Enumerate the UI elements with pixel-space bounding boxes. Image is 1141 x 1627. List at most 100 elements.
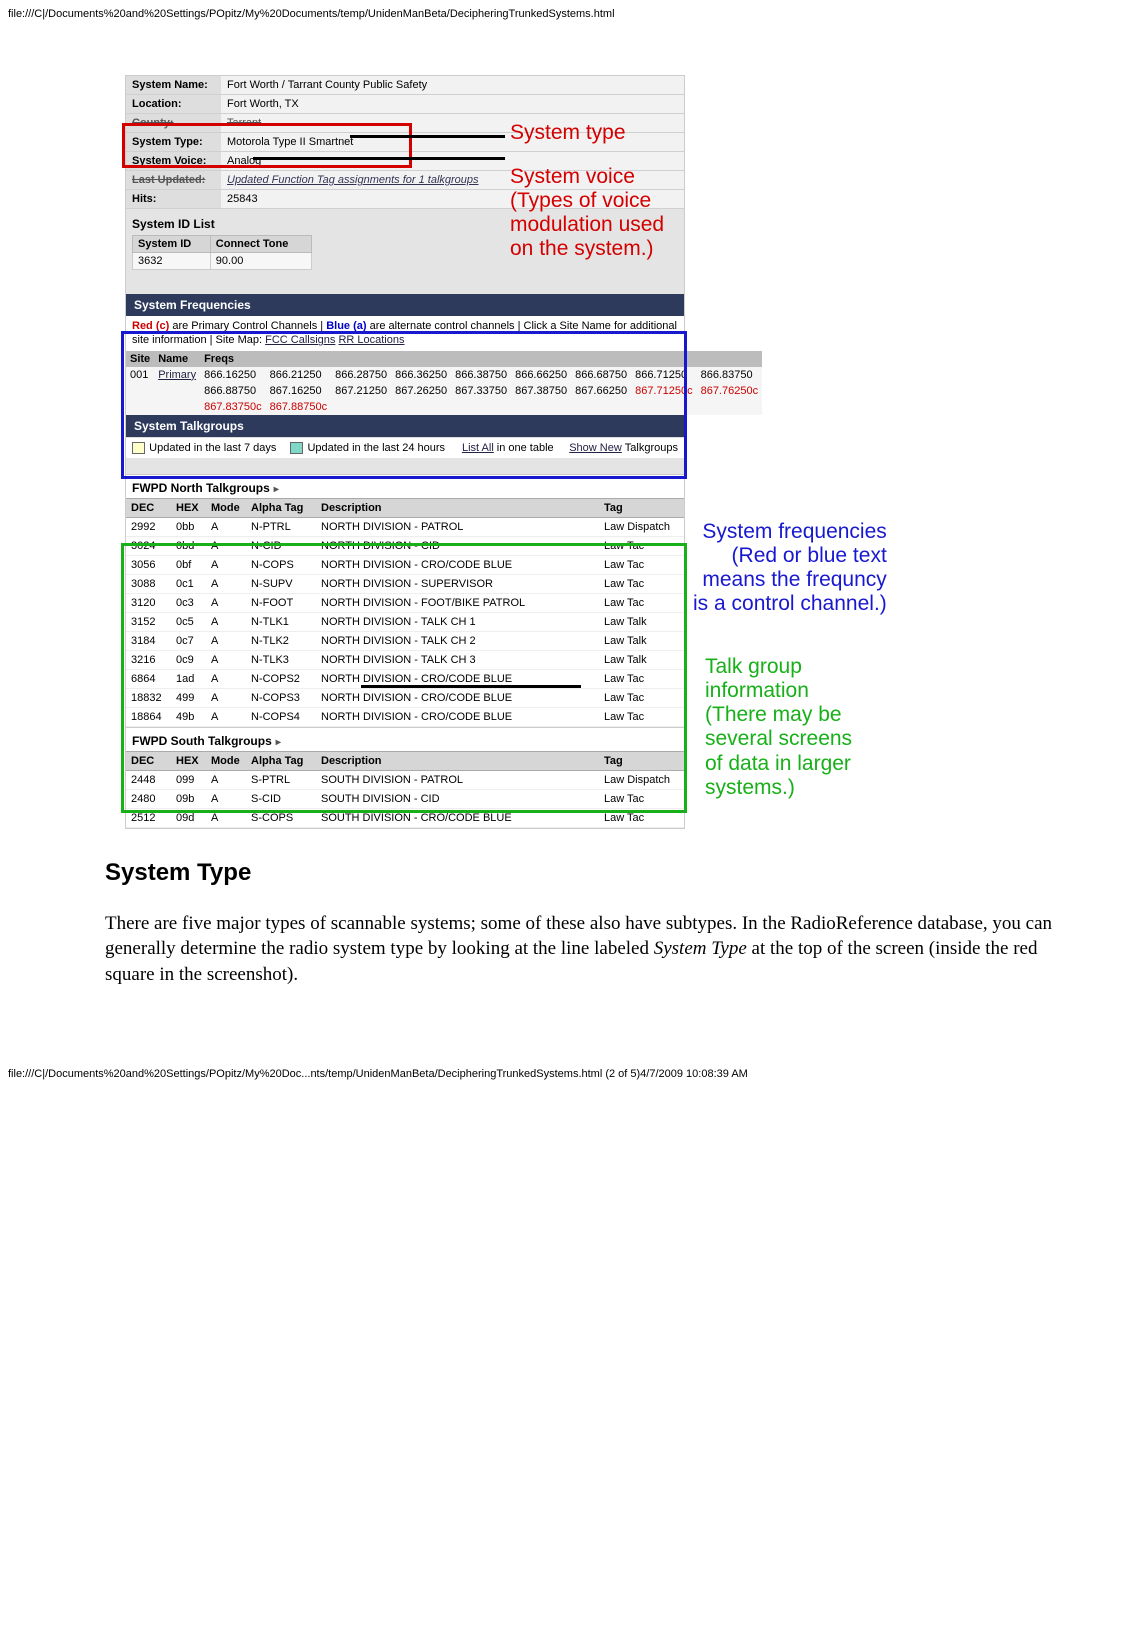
th-connect-tone: Connect Tone <box>210 236 311 253</box>
cell: A <box>206 688 246 707</box>
cell: Law Talk <box>599 631 684 650</box>
show-new-link[interactable]: Show New <box>569 442 622 454</box>
cell: 0bf <box>171 555 206 574</box>
cell: 099 <box>171 770 206 789</box>
th-alpha-tag: Alpha Tag <box>246 751 316 770</box>
body-paragraph: There are five major types of scannable … <box>105 911 1090 988</box>
cell: 3056 <box>126 555 171 574</box>
cell: 6864 <box>126 669 171 688</box>
legend-24h: Updated in the last 24 hours <box>307 442 445 454</box>
cell: 3152 <box>126 612 171 631</box>
fcc-callsigns-link[interactable]: FCC Callsigns <box>265 334 335 346</box>
legend-7days: Updated in the last 7 days <box>149 442 276 454</box>
cell: A <box>206 574 246 593</box>
th-description: Description <box>316 498 599 517</box>
tg-title: FWPD South Talkgroups <box>132 734 272 748</box>
cell: 49b <box>171 707 206 726</box>
list-all-link[interactable]: List All <box>462 442 494 454</box>
cell: 2480 <box>126 789 171 808</box>
cell: S-CID <box>246 789 316 808</box>
freq-cell: 867.26250 <box>391 383 451 399</box>
cell: S-PTRL <box>246 770 316 789</box>
table-row: 866.88750 867.16250 867.21250 867.26250 … <box>126 383 762 399</box>
cell: Law Dispatch <box>599 770 684 789</box>
cell: 09d <box>171 808 206 827</box>
freq-cell: 866.16250 <box>200 367 266 383</box>
cell: NORTH DIVISION - SUPERVISOR <box>316 574 599 593</box>
legend-red: Red (c) <box>132 320 169 332</box>
cell: Law Tac <box>599 536 684 555</box>
cell: A <box>206 536 246 555</box>
cell: A <box>206 808 246 827</box>
cell: 3632 <box>133 253 211 270</box>
prose-em: System Type <box>654 938 747 959</box>
legend-text: Talkgroups <box>625 442 678 454</box>
cell: NORTH DIVISION - CRO/CODE BLUE <box>316 688 599 707</box>
cell-site: 001 <box>126 367 154 383</box>
cell: A <box>206 612 246 631</box>
cell: N-FOOT <box>246 593 316 612</box>
cell: Law Tac <box>599 707 684 726</box>
kv-label: System Voice: <box>126 152 221 170</box>
chevron-right-icon[interactable]: ▸ <box>276 737 281 748</box>
freq-cell-control: 867.76250c <box>697 383 763 399</box>
cell: N-TLK1 <box>246 612 316 631</box>
cell: NORTH DIVISION - TALK CH 3 <box>316 650 599 669</box>
chevron-right-icon[interactable]: ▸ <box>274 484 279 495</box>
cell: A <box>206 555 246 574</box>
cell: A <box>206 669 246 688</box>
table-row: 31520c5AN-TLK1NORTH DIVISION - TALK CH 1… <box>126 612 684 631</box>
cell: 18864 <box>126 707 171 726</box>
site-name-link[interactable]: Primary <box>154 367 200 383</box>
url-path-bottom: file:///C|/Documents%20and%20Settings/PO… <box>0 1068 1141 1088</box>
cell: A <box>206 517 246 536</box>
rr-locations-link[interactable]: RR Locations <box>338 334 404 346</box>
south-talkgroups-heading: FWPD South Talkgroups ▸ <box>126 727 684 751</box>
cell: 3184 <box>126 631 171 650</box>
callout-system-type: System type <box>510 121 626 145</box>
th-site: Site <box>126 351 154 367</box>
cell: SOUTH DIVISION - CID <box>316 789 599 808</box>
kv-label: Hits: <box>126 190 221 208</box>
url-path-top: file:///C|/Documents%20and%20Settings/PO… <box>0 8 1141 20</box>
cell: 1ad <box>171 669 206 688</box>
talkgroup-legend: Updated in the last 7 days Updated in th… <box>126 437 684 458</box>
th-tag: Tag <box>599 498 684 517</box>
freq-cell: 866.83750 <box>697 367 763 383</box>
cell: 3088 <box>126 574 171 593</box>
cell: 499 <box>171 688 206 707</box>
cell: Law Tac <box>599 574 684 593</box>
kv-value: Fort Worth, TX <box>221 95 684 113</box>
cell: 2448 <box>126 770 171 789</box>
cell: Law Tac <box>599 789 684 808</box>
cell: 0c1 <box>171 574 206 593</box>
th-hex: HEX <box>171 498 206 517</box>
th-mode: Mode <box>206 498 246 517</box>
freq-cell-control: 867.88750c <box>266 399 332 415</box>
legend-blue: Blue (a) <box>326 320 366 332</box>
freq-legend: Red (c) are Primary Control Channels | B… <box>126 316 684 351</box>
cell: N-SUPV <box>246 574 316 593</box>
freq-cell: 867.16250 <box>266 383 332 399</box>
freq-cell: 866.28750 <box>331 367 391 383</box>
cell: 09b <box>171 789 206 808</box>
cell: Law Tac <box>599 555 684 574</box>
north-talkgroups-table: DECHEXModeAlpha TagDescriptionTag 29920b… <box>126 498 684 727</box>
table-row: 3632 90.00 <box>133 253 312 270</box>
freq-cell: 866.71250 <box>631 367 697 383</box>
cell: 3120 <box>126 593 171 612</box>
table-row: 251209dAS-COPSSOUTH DIVISION - CRO/CODE … <box>126 808 684 827</box>
cell: 3216 <box>126 650 171 669</box>
th-mode: Mode <box>206 751 246 770</box>
cell: SOUTH DIVISION - CRO/CODE BLUE <box>316 808 599 827</box>
th-name: Name <box>154 351 200 367</box>
swatch-24h-icon <box>290 442 303 454</box>
cell: S-COPS <box>246 808 316 827</box>
th-freqs: Freqs <box>200 351 762 367</box>
callout-system-voice: System voice (Types of voice modulation … <box>510 165 664 262</box>
th-dec: DEC <box>126 498 171 517</box>
freq-cell-control: 867.71250c <box>631 383 697 399</box>
freq-cell: 867.66250 <box>571 383 631 399</box>
table-row: 867.83750c 867.88750c <box>126 399 762 415</box>
table-row: 31840c7AN-TLK2NORTH DIVISION - TALK CH 2… <box>126 631 684 650</box>
